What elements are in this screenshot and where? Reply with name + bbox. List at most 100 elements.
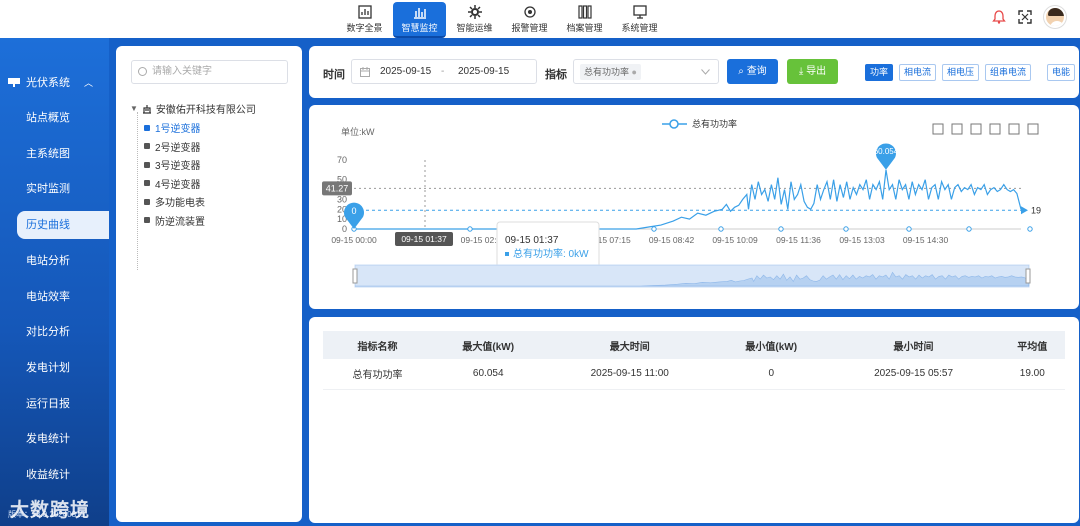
tab-1[interactable]: 相电流	[899, 64, 937, 81]
table-cell: 60.054	[431, 359, 545, 390]
device-icon	[144, 161, 150, 168]
tree-search-placeholder: 请输入关键字	[152, 66, 212, 77]
history-chart-panel: 单位:kW总有功功率010203040507009-15 00:0009-15 …	[309, 105, 1079, 309]
tooltip-series-marker	[505, 252, 509, 256]
sidebar-item-0[interactable]: 站点概览	[0, 104, 109, 132]
cursor-x-label: 09-15 01:37	[401, 234, 447, 244]
column-header: 最大时间	[544, 331, 715, 359]
fullscreen-icon[interactable]	[1018, 10, 1032, 24]
zoom-handle-right[interactable]	[1025, 268, 1031, 284]
tooltip-series-text: 总有功功率: 0kW	[513, 247, 589, 260]
export-button[interactable]: ⤓ 导出	[787, 59, 838, 84]
line-chart-icon[interactable]	[970, 123, 982, 135]
table-cell: 2025-09-15 11:00	[544, 359, 715, 390]
user-avatar[interactable]	[1044, 6, 1066, 28]
sidebar-item-4[interactable]: 电站分析	[0, 247, 109, 275]
date-range-picker[interactable]: 2025-09-15 - 2025-09-15	[351, 59, 537, 84]
nav-item-5[interactable]: 系统管理	[613, 0, 666, 38]
bell-icon[interactable]	[992, 10, 1006, 24]
query-button[interactable]: ⌕ 查询	[727, 59, 778, 84]
device-icon	[144, 124, 150, 131]
nav-item-4[interactable]: 档案管理	[558, 0, 611, 38]
archive-icon	[577, 4, 592, 19]
tree-node[interactable]: 多功能电表	[144, 194, 205, 209]
tree-root-label: 安徽佑开科技有限公司	[155, 105, 256, 116]
metric-tag[interactable]: 总有功功率 ●	[580, 64, 641, 80]
tooltip-title: 09-15 01:37	[505, 235, 559, 246]
bar-chart-icon[interactable]	[989, 123, 1001, 135]
calendar-icon	[360, 67, 370, 77]
chevron-up-icon: ︿	[84, 77, 94, 88]
nav-item-label: 智慧监控	[401, 22, 438, 33]
sidebar-item-8[interactable]: 运行日报	[0, 390, 109, 418]
y-tick-label: 70	[337, 155, 347, 165]
avg-line-arrow	[1021, 206, 1028, 215]
tab-3[interactable]: 组串电流	[985, 64, 1032, 81]
tree-node[interactable]: 防逆流装置	[144, 213, 205, 228]
table-cell: 2025-09-15 05:57	[827, 359, 1000, 390]
top-bar: 数字全景 智慧监控 智能运维 报警管理 档案管理 系统管理	[0, 0, 1080, 38]
query-bar: 时间 2025-09-15 - 2025-09-15 指标 总有功功率 ● ⌕ …	[309, 46, 1079, 98]
sidebar-item-10[interactable]: 收益统计	[0, 461, 109, 489]
tree-root-node[interactable]: ▼ 安徽佑开科技有限公司	[130, 101, 256, 116]
sidebar-item-9[interactable]: 发电统计	[0, 425, 109, 453]
sidebar-item-3[interactable]: 历史曲线	[17, 211, 109, 240]
export-button-label: 导出	[806, 66, 827, 77]
table-cell: 0	[714, 359, 828, 390]
nav-item-label: 数字全景	[346, 22, 383, 33]
series-line	[354, 169, 1022, 230]
nav-item-3[interactable]: 报警管理	[503, 0, 556, 38]
download-icon: ⤓	[798, 66, 804, 77]
zoom-reset-icon[interactable]	[951, 123, 963, 135]
data-point	[906, 226, 912, 232]
nav-item-1[interactable]: 智慧监控	[393, 2, 446, 38]
download-icon[interactable]	[1027, 123, 1039, 135]
left-sidebar: 光伏系统 ︿ 站点概览主系统图实时监测历史曲线电站分析电站效率对比分析发电计划运…	[0, 38, 109, 526]
y-tick-label: 0	[342, 224, 347, 234]
nav-item-label: 系统管理	[621, 22, 658, 33]
sidebar-item-7[interactable]: 发电计划	[0, 354, 109, 382]
tree-node[interactable]: 3号逆变器	[144, 157, 201, 172]
column-header: 指标名称	[323, 331, 432, 359]
tab-2[interactable]: 相电压	[942, 64, 980, 81]
tree-node[interactable]: 2号逆变器	[144, 139, 201, 154]
power-line-chart[interactable]: 单位:kW总有功功率010203040507009-15 00:0009-15 …	[309, 105, 1079, 309]
data-point	[1027, 226, 1033, 232]
x-tick-label: 09-15 14:30	[903, 235, 949, 245]
tree-node-label: 多功能电表	[155, 198, 205, 209]
cursor-y-label: 41.27	[326, 183, 349, 193]
metric-tag-label: 总有功功率	[584, 67, 630, 77]
tab-4[interactable]: 电能	[1047, 64, 1076, 81]
zoom-in-icon[interactable]	[932, 123, 944, 135]
metric-select[interactable]: 总有功功率 ●	[573, 59, 719, 84]
tree-node[interactable]: 4号逆变器	[144, 176, 201, 191]
column-header: 最小时间	[827, 331, 1000, 359]
chevron-down-icon	[701, 69, 710, 75]
watermark-text: 大数跨境	[10, 500, 91, 521]
nav-item-2[interactable]: 智能运维	[448, 0, 501, 38]
table-cell: 19.00	[999, 359, 1065, 390]
time-label: 时间	[323, 69, 345, 81]
alarm-gear-icon	[523, 5, 536, 18]
x-tick-label: 09-15 13:03	[839, 235, 885, 245]
tab-0[interactable]: 功率	[865, 64, 894, 81]
zoom-handle-left[interactable]	[352, 268, 358, 284]
stats-table-panel: 指标名称 最大值(kW) 最大时间 最小值(kW) 最小时间 平均值 总有功功率 60.05…	[309, 317, 1079, 523]
column-header: 最小值(kW)	[714, 331, 828, 359]
sidebar-item-2[interactable]: 实时监测	[0, 175, 109, 203]
data-point	[778, 226, 784, 232]
sidebar-group-pv[interactable]: 光伏系统 ︿	[8, 74, 93, 90]
refresh-icon[interactable]	[1008, 123, 1020, 135]
tag-close-icon[interactable]: ●	[632, 67, 637, 77]
date-end: 2025-09-15	[458, 66, 510, 77]
legend-label: 总有功功率	[692, 118, 737, 129]
y-tick-label: 30	[337, 194, 347, 204]
nav-item-0[interactable]: 数字全景	[338, 0, 391, 38]
sidebar-item-6[interactable]: 对比分析	[0, 318, 109, 346]
top-right-tools	[992, 6, 1066, 28]
sidebar-item-1[interactable]: 主系统图	[0, 140, 109, 168]
tree-node[interactable]: 1号逆变器	[144, 120, 201, 135]
tree-search-input[interactable]: 请输入关键字	[131, 60, 288, 84]
tree-node-label: 1号逆变器	[155, 124, 201, 135]
sidebar-item-5[interactable]: 电站效率	[0, 283, 109, 311]
